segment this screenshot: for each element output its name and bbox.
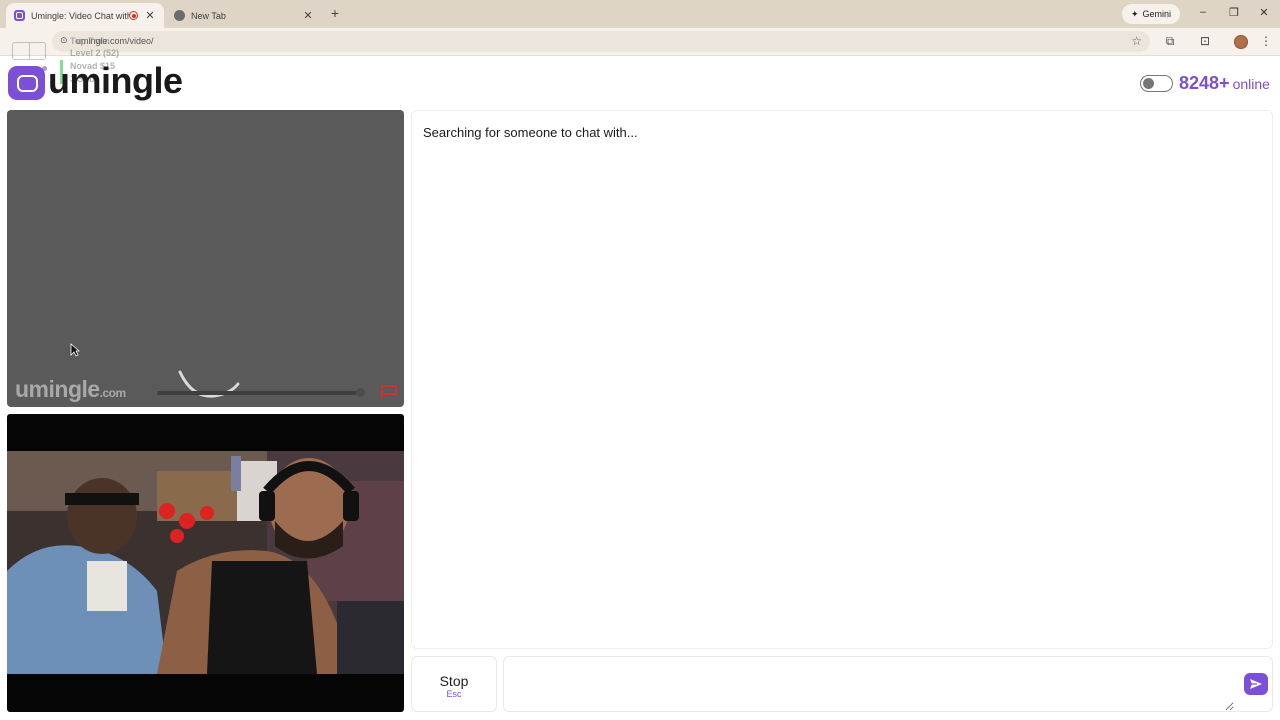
menu-icon[interactable]: ⋮ [1258, 34, 1274, 48]
send-button[interactable] [1244, 673, 1268, 695]
restore-window-icon[interactable]: ❐ [1226, 6, 1242, 19]
message-input[interactable] [504, 657, 1234, 711]
tab-umingle[interactable]: Umingle: Video Chat with S ✕ [6, 3, 164, 28]
gemini-label: Gemini [1142, 9, 1172, 19]
online-count: 8248+ [1179, 73, 1230, 93]
record-icon [129, 11, 138, 20]
site-info-icon[interactable]: ⊙ [60, 35, 68, 46]
volume-fill [157, 391, 361, 395]
self-camera-video [7, 414, 404, 712]
flag-icon[interactable] [379, 383, 399, 401]
gemini-button[interactable]: ✦ Gemini [1122, 4, 1181, 24]
volume-thumb[interactable] [356, 388, 365, 397]
tab-title: New Tab [191, 10, 226, 21]
chat-status-text: Searching for someone to chat with... [423, 125, 638, 140]
browser-toolbar: ⊙ umingle.com/video/ ☆ [0, 28, 1280, 56]
volume-slider[interactable] [157, 388, 365, 397]
stop-shortcut: Esc [446, 689, 462, 699]
cursor-icon [70, 343, 80, 357]
watermark-domain: .com [99, 386, 127, 400]
minimize-window-icon[interactable]: – [1195, 6, 1211, 18]
theme-toggle[interactable] [1140, 75, 1173, 92]
extensions-icon[interactable]: ⧉ [1162, 34, 1178, 49]
close-tab-icon[interactable]: ✕ [144, 9, 156, 22]
tab-title: Umingle: Video Chat with S [31, 10, 129, 21]
close-window-icon[interactable]: ✕ [1256, 6, 1272, 19]
address-bar[interactable]: ⊙ umingle.com/video/ ☆ [52, 31, 1150, 52]
stranger-video: umingle.com [7, 110, 404, 407]
new-tab-button[interactable]: + [328, 5, 342, 21]
online-counter: 8248+ online [1179, 73, 1270, 94]
camera-feed-image [7, 451, 404, 674]
browser-tab-strip: Umingle: Video Chat with S ✕ New Tab ✕ +… [0, 0, 1280, 28]
star-icon[interactable]: ☆ [1131, 34, 1142, 48]
site-logo[interactable]: umingle [48, 60, 183, 102]
umingle-logo-icon[interactable] [8, 66, 45, 100]
spinner-icon [178, 370, 240, 398]
close-tab-icon[interactable]: ✕ [302, 9, 314, 22]
overlay-line: Top Train [70, 36, 110, 46]
online-label: online [1232, 76, 1270, 92]
media-icon[interactable]: ⊡ [1197, 34, 1213, 48]
tab-new-tab[interactable]: New Tab ✕ [166, 3, 322, 28]
stop-button[interactable]: Stop Esc [411, 656, 497, 712]
overlay-line: Level 2 (52) [70, 48, 120, 58]
video-watermark: umingle.com [15, 376, 126, 403]
overlay-boxes-icon [12, 42, 46, 60]
gemini-icon: ✦ [1131, 8, 1139, 19]
chrome-favicon-icon [174, 10, 185, 21]
chat-log: Searching for someone to chat with... [411, 110, 1273, 649]
stop-label: Stop [439, 673, 469, 689]
toggle-knob [1143, 78, 1154, 89]
watermark-main: umingle [15, 376, 100, 402]
send-icon [1250, 679, 1262, 689]
profile-avatar[interactable] [1234, 35, 1248, 49]
message-composer [503, 656, 1273, 712]
umingle-favicon-icon [14, 10, 25, 21]
